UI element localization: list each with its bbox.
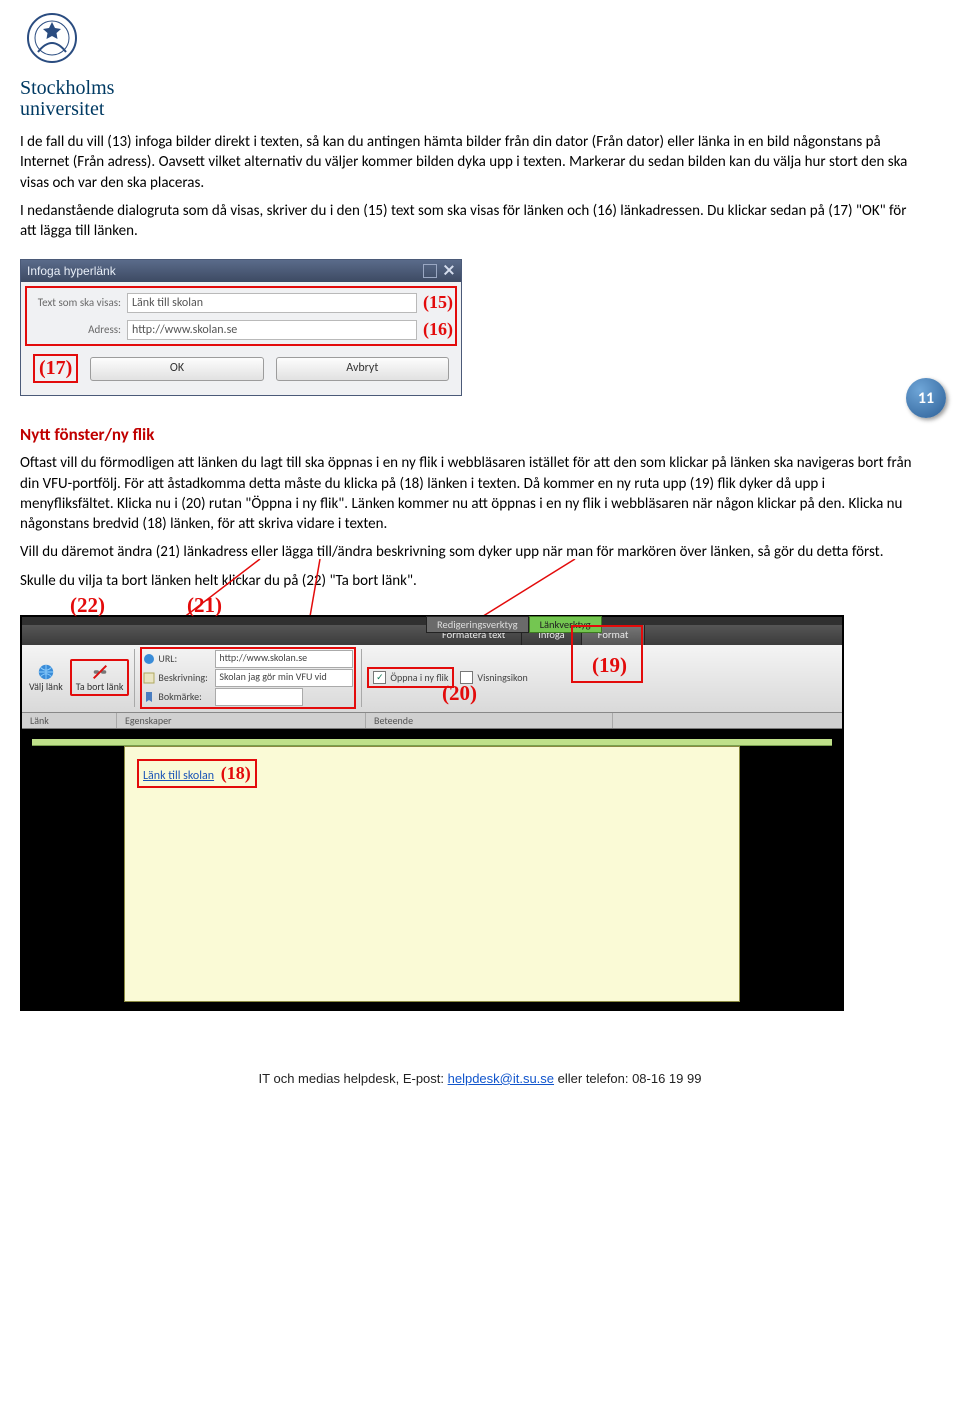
address-input[interactable]: http://www.skolan.se bbox=[127, 320, 417, 340]
text-to-show-label: Text som ska visas: bbox=[29, 296, 121, 309]
ok-button[interactable]: OK bbox=[90, 357, 263, 381]
dialog-titlebar: Infoga hyperlänk bbox=[21, 260, 461, 282]
section-heading: Nytt fönster/ny flik bbox=[20, 424, 940, 445]
callout-22: (22) bbox=[70, 593, 105, 618]
description-input[interactable]: Skolan jag gör min VFU vid bbox=[215, 669, 353, 687]
paragraph-1: I de fall du vill (13) infoga bilder dir… bbox=[20, 132, 920, 193]
callout-18: (18) bbox=[221, 763, 251, 783]
paragraph-5: Skulle du vilja ta bort länken helt klic… bbox=[20, 571, 920, 591]
display-icon-label: Visningsikon bbox=[477, 671, 527, 684]
page-number-badge: 11 bbox=[906, 378, 946, 418]
open-new-tab-label: Öppna i ny flik bbox=[390, 671, 448, 684]
callout-17: (17) bbox=[33, 354, 78, 383]
url-input[interactable]: http://www.skolan.se bbox=[215, 650, 353, 668]
link-in-text[interactable]: Länk till skolan (18) bbox=[137, 759, 257, 788]
university-logo: Stockholms universitet bbox=[20, 10, 940, 120]
group-footer: Länk Egenskaper Beteende bbox=[22, 713, 842, 729]
callout-15: (15) bbox=[423, 292, 453, 313]
callout-box-19 bbox=[571, 625, 643, 683]
bookmark-label: Bokmärke: bbox=[143, 690, 211, 703]
callout-16: (16) bbox=[423, 319, 453, 340]
document-page: Stockholms universitet I de fall du vill… bbox=[0, 0, 960, 1116]
su-emblem-icon bbox=[20, 10, 84, 74]
remove-link-button[interactable]: Ta bort länk bbox=[70, 659, 130, 696]
group-properties: Egenskaper bbox=[117, 713, 366, 728]
description-label: Beskrivning: bbox=[143, 671, 211, 684]
ribbon-toolbar: Välj länk Ta bort länk URL: http://www.s… bbox=[22, 645, 842, 713]
group-behaviour: Beteende bbox=[366, 713, 613, 728]
helpdesk-email-link[interactable]: helpdesk@it.su.se bbox=[448, 1071, 554, 1086]
callout-21: (21) bbox=[187, 593, 222, 618]
choose-link-button[interactable]: Välj länk bbox=[24, 660, 68, 695]
editor-screenshot: Redigeringsverktyg Länkverktyg Formatera… bbox=[20, 615, 844, 1011]
cancel-button[interactable]: Avbryt bbox=[276, 357, 449, 381]
bookmark-icon bbox=[143, 691, 155, 703]
globe-icon bbox=[37, 663, 55, 681]
bookmark-input[interactable] bbox=[215, 688, 303, 706]
display-icon-checkbox[interactable] bbox=[460, 671, 473, 684]
paragraph-3: Oftast vill du förmodligen att länken du… bbox=[20, 453, 920, 534]
text-to-show-input[interactable]: Länk till skolan bbox=[127, 293, 417, 313]
group-link: Länk bbox=[22, 713, 117, 728]
insert-hyperlink-dialog: Infoga hyperlänk Text som ska visas: Län… bbox=[20, 259, 462, 396]
note-icon bbox=[143, 672, 155, 684]
paragraph-4: Vill du däremot ändra (21) länkadress el… bbox=[20, 542, 920, 562]
open-new-tab-checkbox[interactable]: ✓ bbox=[373, 671, 386, 684]
globe-small-icon bbox=[143, 653, 155, 665]
url-label: URL: bbox=[143, 652, 211, 665]
editor-canvas: Länk till skolan (18) bbox=[22, 729, 842, 1009]
dialog-title: Infoga hyperlänk bbox=[27, 264, 116, 278]
paragraph-2: I nedanstående dialogruta som då visas, … bbox=[20, 201, 920, 242]
close-icon[interactable] bbox=[443, 264, 455, 276]
footer: IT och medias helpdesk, E-post: helpdesk… bbox=[20, 1071, 940, 1086]
address-label: Adress: bbox=[29, 323, 121, 336]
context-tab-editing[interactable]: Redigeringsverktyg bbox=[426, 616, 529, 633]
editor-document[interactable]: Länk till skolan (18) bbox=[124, 746, 740, 1002]
restore-icon[interactable] bbox=[423, 264, 437, 278]
logo-text: Stockholms universitet bbox=[20, 78, 940, 120]
broken-link-icon bbox=[91, 663, 109, 681]
